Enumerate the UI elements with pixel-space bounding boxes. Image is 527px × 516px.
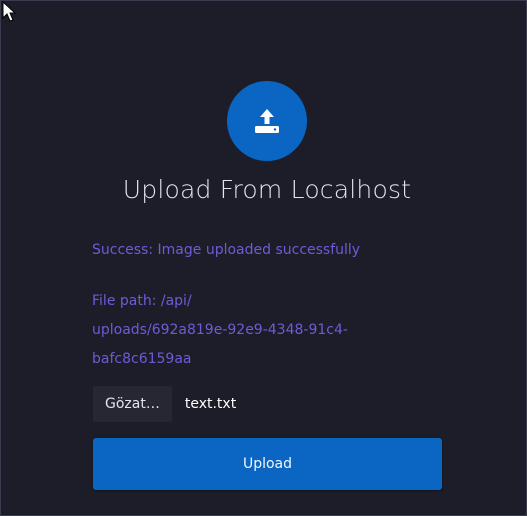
success-message: Success: Image uploaded successfully xyxy=(92,242,361,258)
file-path-line: uploads/692a819e-92e9-4348-91c4- xyxy=(92,322,348,338)
file-path-line: bafc8c6159aa xyxy=(92,351,192,367)
mouse-cursor-icon xyxy=(2,1,17,22)
browse-button[interactable]: Gözat… xyxy=(93,386,172,422)
upload-icon-badge xyxy=(227,81,307,161)
file-path-line: File path: /api/ xyxy=(92,293,192,309)
page-title: Upload From Localhost xyxy=(122,175,412,204)
upload-icon xyxy=(255,109,279,133)
upload-button[interactable]: Upload xyxy=(93,438,442,490)
file-path-message: File path: /api/ uploads/692a819e-92e9-4… xyxy=(92,287,392,374)
selected-file-name: text.txt xyxy=(184,396,237,412)
file-input[interactable]: Gözat… text.txt xyxy=(93,386,236,422)
upload-panel: Upload From Localhost Success: Image upl… xyxy=(0,0,527,516)
